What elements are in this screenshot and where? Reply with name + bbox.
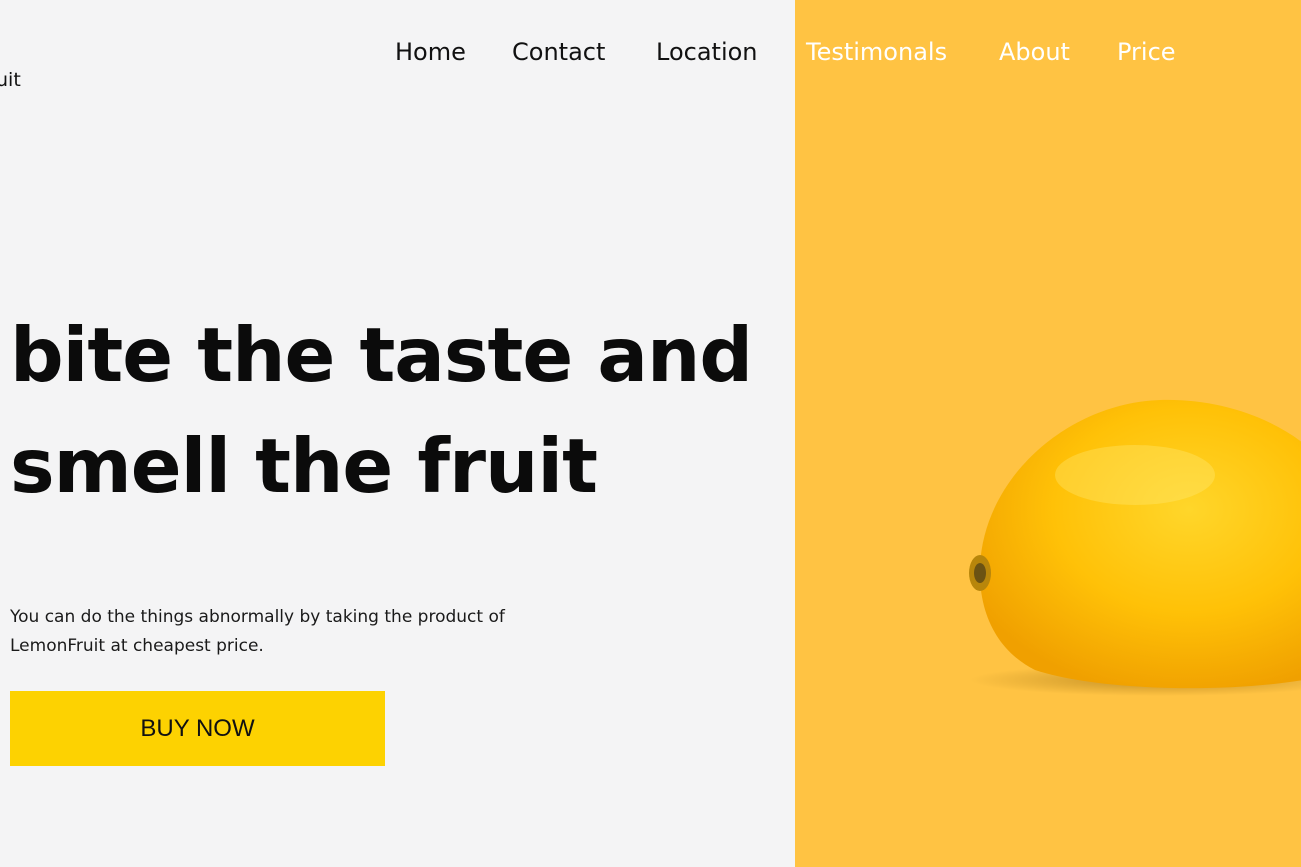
nav-item-testimonals[interactable]: Testimonals xyxy=(806,36,947,68)
lemon-icon xyxy=(969,399,1301,696)
nav-item-price[interactable]: Price xyxy=(1117,36,1176,68)
buy-now-button[interactable]: BUY NOW xyxy=(10,691,385,766)
hero-title: bite the taste and smell the fruit xyxy=(10,300,753,522)
nav-item-location[interactable]: Location xyxy=(656,36,758,68)
hero-title-line-2: smell the fruit xyxy=(10,422,598,510)
landing-page: uit Home Contact Location Testimonals Ab… xyxy=(0,0,1301,867)
hero-title-line-1: bite the taste and xyxy=(10,311,753,399)
brand-logo-text[interactable]: uit xyxy=(0,69,21,91)
nav-item-home[interactable]: Home xyxy=(395,36,466,68)
nav-item-contact[interactable]: Contact xyxy=(512,36,605,68)
nav-item-about[interactable]: About xyxy=(999,36,1070,68)
main-nav: Home Contact Location Testimonals About … xyxy=(0,36,1301,70)
hero-description: You can do the things abnormally by taki… xyxy=(10,607,505,656)
